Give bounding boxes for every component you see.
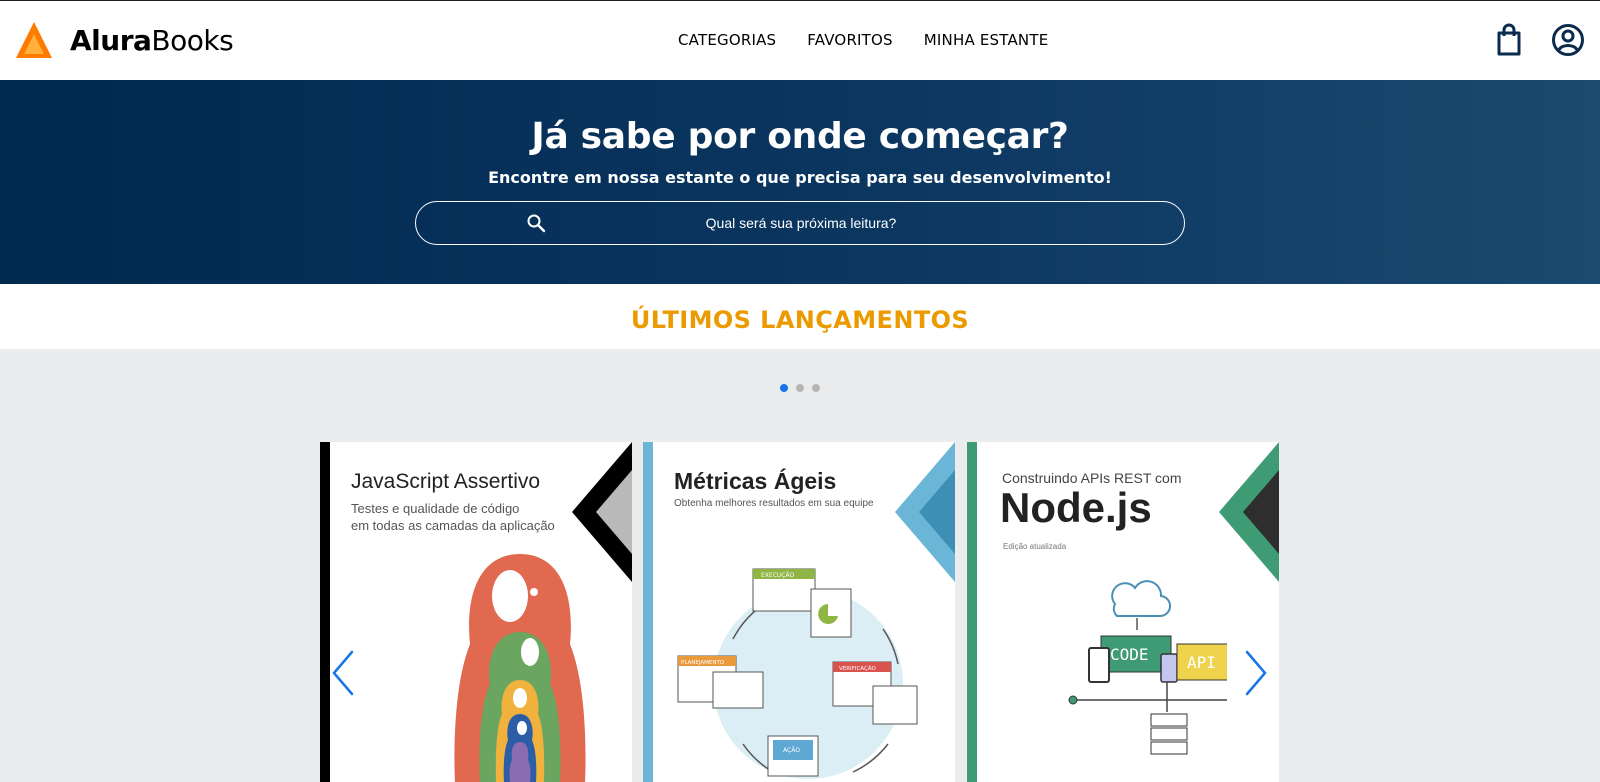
- brand-name: AluraBooks: [70, 23, 234, 57]
- nesting-dolls-illustration: [454, 554, 586, 782]
- book-title: Métricas Ágeis: [674, 468, 837, 494]
- chevron-right-icon[interactable]: [1241, 648, 1271, 698]
- book-card-metricas-ageis[interactable]: Métricas Ágeis Obtenha melhores resultad…: [643, 442, 955, 782]
- carousel-dot-3[interactable]: [812, 384, 820, 392]
- verificacao-label: VERIFICAÇÃO: [839, 665, 876, 672]
- planejamento-label: PLANEJAMENTO: [681, 660, 725, 666]
- book-subtitle-line2: em todas as camadas da aplicação: [351, 518, 555, 533]
- book-title: Node.js: [1000, 484, 1152, 531]
- acao-label: AÇÃO: [783, 747, 800, 754]
- hero-title: Já sabe por onde começar?: [531, 116, 1069, 157]
- book-subtitle-line1: Obtenha melhores resultados em sua equip…: [674, 498, 874, 509]
- hero-banner: Já sabe por onde começar? Encontre em no…: [0, 80, 1600, 284]
- nav-item-categorias[interactable]: CATEGORIAS: [678, 31, 776, 49]
- book-corner-decoration: [1219, 442, 1279, 582]
- carousel-dot-2[interactable]: [796, 384, 804, 392]
- top-header: AluraBooks CATEGORIAS FAVORITOS MINHA ES…: [0, 0, 1600, 80]
- carousel-dots: [780, 384, 828, 392]
- api-network-illustration: CODE API: [1068, 580, 1227, 755]
- section-header: ÚLTIMOS LANÇAMENTOS: [0, 284, 1600, 349]
- section-title: ÚLTIMOS LANÇAMENTOS: [630, 306, 970, 334]
- triangle-logo-icon: [16, 22, 52, 58]
- nav-item-favoritos[interactable]: FAVORITOS: [807, 31, 893, 49]
- book-card-nodejs[interactable]: Construindo APIs REST com Node.js Edição…: [967, 442, 1279, 782]
- chevron-left-icon[interactable]: [328, 648, 358, 698]
- agile-cycle-illustration: EXECUÇÃO PLANEJAMENTO VERIFICAÇÃO AÇÃO: [677, 568, 918, 779]
- nav-item-minha-estante[interactable]: MINHA ESTANTE: [924, 31, 1049, 49]
- code-label: CODE: [1110, 645, 1149, 664]
- book-edition: Edição atualizada: [1003, 542, 1067, 551]
- book-spine: [320, 442, 330, 782]
- search-icon[interactable]: [526, 213, 546, 233]
- search-bar[interactable]: [415, 201, 1185, 245]
- book-subtitle-line1: Testes e qualidade de código: [351, 501, 520, 516]
- book-card-javascript-assertivo[interactable]: JavaScript Assertivo Testes e qualidade …: [320, 442, 632, 782]
- execucao-label: EXECUÇÃO: [761, 572, 794, 579]
- book-spine: [643, 442, 653, 782]
- search-input[interactable]: [566, 202, 1036, 244]
- main-nav: CATEGORIAS FAVORITOS MINHA ESTANTE: [678, 31, 1079, 49]
- hero-subtitle: Encontre em nossa estante o que precisa …: [488, 168, 1112, 187]
- brand-logo[interactable]: AluraBooks: [14, 20, 234, 60]
- book-spine: [967, 442, 977, 782]
- shopping-bag-icon[interactable]: [1492, 23, 1526, 57]
- book-title: JavaScript Assertivo: [351, 470, 541, 493]
- api-label: API: [1187, 653, 1216, 672]
- user-circle-icon[interactable]: [1551, 23, 1585, 57]
- carousel-dot-1[interactable]: [780, 384, 788, 392]
